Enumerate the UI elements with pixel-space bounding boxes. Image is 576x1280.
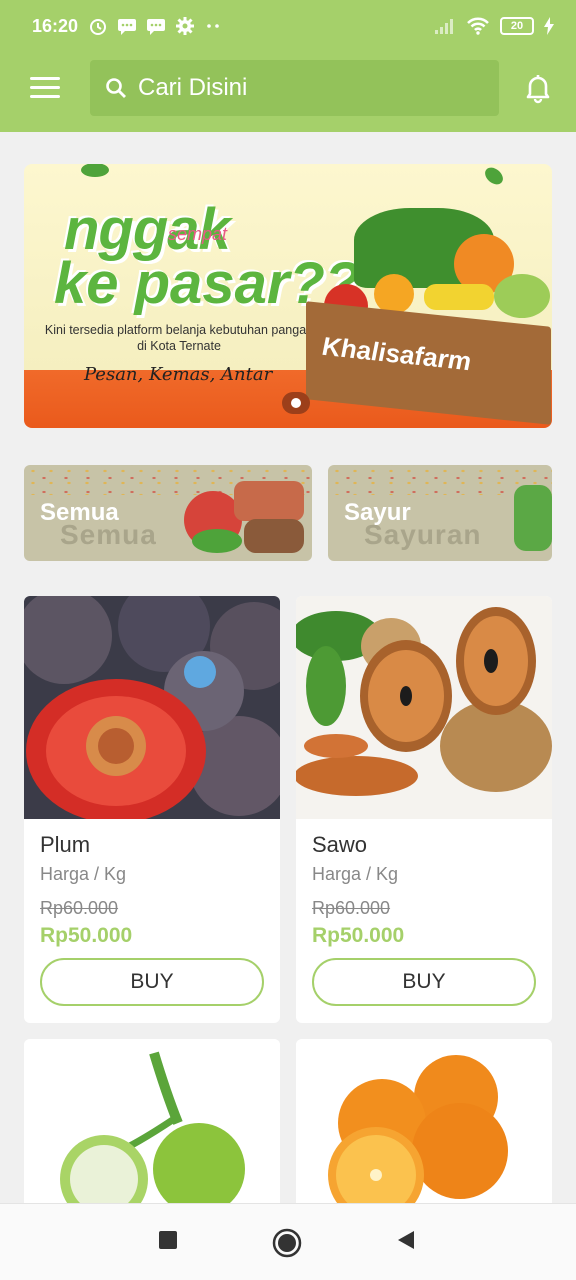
signal-icon <box>435 19 453 34</box>
category-label: Sayur <box>344 499 411 526</box>
category-label: Semua <box>40 499 119 526</box>
notification-bell-icon[interactable] <box>522 72 554 104</box>
search-input[interactable] <box>138 74 478 102</box>
home-button[interactable] <box>272 1228 302 1258</box>
back-button[interactable] <box>396 1230 416 1250</box>
produce-crate: Khalisafarm <box>306 301 551 425</box>
food-illustration <box>514 485 552 551</box>
vegetable-illustration <box>494 274 550 318</box>
product-name: Plum <box>40 832 91 857</box>
product-image-orange <box>296 1039 552 1209</box>
banner-tagline: Pesan, Kemas, Antar <box>84 364 273 385</box>
system-icons: 20 <box>434 16 554 36</box>
more-icon <box>207 24 219 28</box>
buy-button[interactable]: BUY <box>40 958 264 1006</box>
food-illustration <box>192 529 242 553</box>
recent-apps-button[interactable] <box>158 1230 178 1250</box>
product-image-breadfruit <box>24 1039 280 1209</box>
category-semua[interactable]: Semua Semua <box>24 465 312 561</box>
product-unit: Harga / Kg <box>40 864 127 884</box>
food-illustration <box>234 481 304 521</box>
notification-icons <box>88 16 224 36</box>
leaf-decoration <box>81 164 109 177</box>
product-card-breadfruit[interactable] <box>24 1039 280 1209</box>
food-illustration <box>244 519 304 553</box>
product-unit: Harga / Kg <box>312 864 399 884</box>
search-bar[interactable] <box>90 60 499 116</box>
status-bar: 16:20 20 <box>0 0 576 56</box>
banner-headline-small: sempat <box>168 224 228 244</box>
carousel-indicator[interactable] <box>282 392 310 414</box>
promo-banner[interactable]: nggak sempat ke pasar?? Kini tersedia pl… <box>24 164 552 428</box>
product-card-plum[interactable]: Plum Harga / Kg Rp60.000 Rp50.000 BUY <box>24 596 280 1023</box>
system-nav-bar <box>0 1203 576 1280</box>
product-image-sawo <box>296 596 552 819</box>
category-sayur[interactable]: Sayuran Sayur <box>328 465 552 561</box>
wifi-icon <box>467 17 489 35</box>
product-card-orange[interactable] <box>296 1039 552 1209</box>
message-icon <box>147 19 165 35</box>
banner-brand: Khalisafarm <box>322 330 471 377</box>
message-icon <box>118 19 136 35</box>
product-price: Rp50.000 <box>312 924 405 947</box>
app-header: 16:20 20 <box>0 0 576 132</box>
product-name: Sawo <box>312 832 368 857</box>
alarm-icon <box>90 19 106 35</box>
product-old-price: Rp60.000 <box>312 898 391 918</box>
settings-icon <box>176 17 194 35</box>
leaf-decoration <box>485 167 503 185</box>
product-old-price: Rp60.000 <box>40 898 119 918</box>
status-time: 16:20 <box>32 16 79 36</box>
charging-icon <box>544 17 554 35</box>
menu-button[interactable] <box>30 77 60 99</box>
search-icon <box>106 78 126 98</box>
product-image-plum <box>24 596 280 819</box>
product-price: Rp50.000 <box>40 924 133 947</box>
vegetable-illustration <box>424 284 494 310</box>
product-card-sawo[interactable]: Sawo Harga / Kg Rp60.000 Rp50.000 BUY <box>296 596 552 1023</box>
buy-button[interactable]: BUY <box>312 958 536 1006</box>
banner-description: Kini tersedia platform belanja kebutuhan… <box>44 323 314 353</box>
battery-indicator: 20 <box>500 17 534 35</box>
